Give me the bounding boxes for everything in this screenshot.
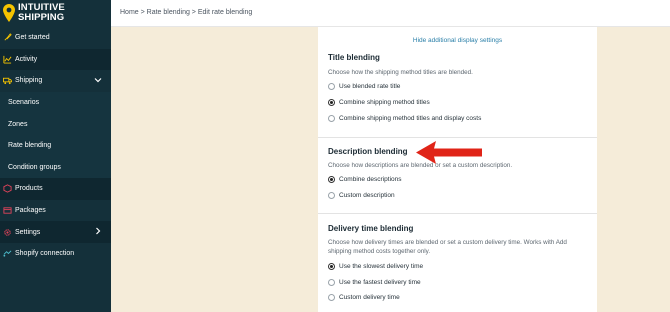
option-label: Custom delivery time [339,294,400,301]
sidebar-item-settings[interactable]: Settings [0,221,111,243]
option-label: Combine shipping method titles and displ… [339,115,482,122]
section-divider [318,213,597,214]
breadcrumb[interactable]: Home > Rate blending > Edit rate blendin… [120,9,252,16]
description-blending-heading: Description blending [328,147,408,156]
top-header: Home > Rate blending > Edit rate blendin… [111,0,670,27]
sidebar-item-scenarios[interactable]: Scenarios [0,91,111,114]
gear-icon [4,228,11,236]
sidebar-nav: Get started Activity Shipping Scenarios … [0,27,111,265]
sidebar-item-zones[interactable]: Zones [0,113,111,135]
radio-button-selected[interactable] [328,99,335,106]
settings-panel: Hide additional display settings Title b… [318,27,597,312]
title-option-use-blended[interactable]: Use blended rate title [328,83,400,90]
delivery-desc-line2: shipping method costs together only. [328,248,431,255]
connection-icon [3,250,12,257]
brand-logo[interactable]: INTUITIVE SHIPPING [0,0,111,27]
delivery-blending-description: Choose how delivery times are blended or… [328,238,567,256]
option-label: Use blended rate title [339,83,401,90]
sidebar: INTUITIVE SHIPPING Get started Activity … [0,0,111,312]
radio-button[interactable] [328,192,335,199]
delivery-desc-line1: Choose how delivery times are blended or… [328,239,567,246]
sidebar-item-label: Shipping [15,77,43,85]
chevron-down-icon[interactable] [94,76,102,84]
sidebar-item-shopify-connection[interactable]: Shopify connection [0,243,111,265]
title-option-combine-titles-costs[interactable]: Combine shipping method titles and displ… [328,115,481,122]
title-blending-heading: Title blending [328,53,380,62]
hide-additional-settings-link[interactable]: Hide additional display settings [318,37,597,44]
sidebar-item-label: Zones [8,120,28,128]
radio-button-selected[interactable] [328,176,335,183]
shipping-truck-icon [3,78,12,85]
sidebar-item-label: Condition groups [8,163,61,171]
section-divider [318,137,597,138]
title-blending-description: Choose how the shipping method titles ar… [328,69,473,76]
brand-line2: SHIPPING [18,12,65,23]
location-pin-icon [3,4,15,22]
option-label: Custom description [339,192,395,199]
option-label: Use the slowest delivery time [339,263,424,270]
sidebar-item-products[interactable]: Products [0,178,111,200]
sidebar-item-label: Rate blending [8,142,52,150]
sidebar-item-packages[interactable]: Packages [0,200,111,222]
sidebar-item-label: Scenarios [8,99,40,107]
radio-button[interactable] [328,294,335,301]
sidebar-item-label: Shopify connection [15,250,75,258]
sidebar-item-label: Get started [15,34,50,42]
delivery-option-fastest[interactable]: Use the fastest delivery time [328,279,421,286]
sidebar-item-rate-blending[interactable]: Rate blending [0,134,111,157]
sidebar-item-shipping[interactable]: Shipping [0,70,111,92]
sidebar-item-label: Activity [15,55,38,63]
delivery-blending-heading: Delivery time blending [328,224,414,233]
option-label: Combine descriptions [339,176,402,183]
red-arrow-icon [416,141,482,164]
package-icon [3,207,12,214]
delivery-option-slowest[interactable]: Use the slowest delivery time [328,263,423,270]
chevron-right-icon[interactable] [94,227,102,235]
radio-button[interactable] [328,279,335,286]
title-option-combine-titles[interactable]: Combine shipping method titles [328,99,430,106]
radio-button-selected[interactable] [328,263,335,270]
description-option-custom[interactable]: Custom description [328,192,395,199]
delivery-option-custom[interactable]: Custom delivery time [328,294,400,301]
sidebar-item-label: Products [15,185,43,193]
sidebar-item-activity[interactable]: Activity [0,48,111,71]
radio-button[interactable] [328,83,335,90]
description-option-combine[interactable]: Combine descriptions [328,176,402,183]
radio-button[interactable] [328,115,335,122]
sidebar-item-condition-groups[interactable]: Condition groups [0,156,111,179]
rocket-icon [4,33,12,41]
sidebar-item-label: Packages [15,207,46,215]
option-label: Combine shipping method titles [339,99,430,106]
sidebar-item-get-started[interactable]: Get started [0,27,111,49]
option-label: Use the fastest delivery time [339,279,421,286]
sidebar-item-label: Settings [15,228,41,236]
product-icon [3,184,12,194]
activity-chart-icon [3,55,12,64]
